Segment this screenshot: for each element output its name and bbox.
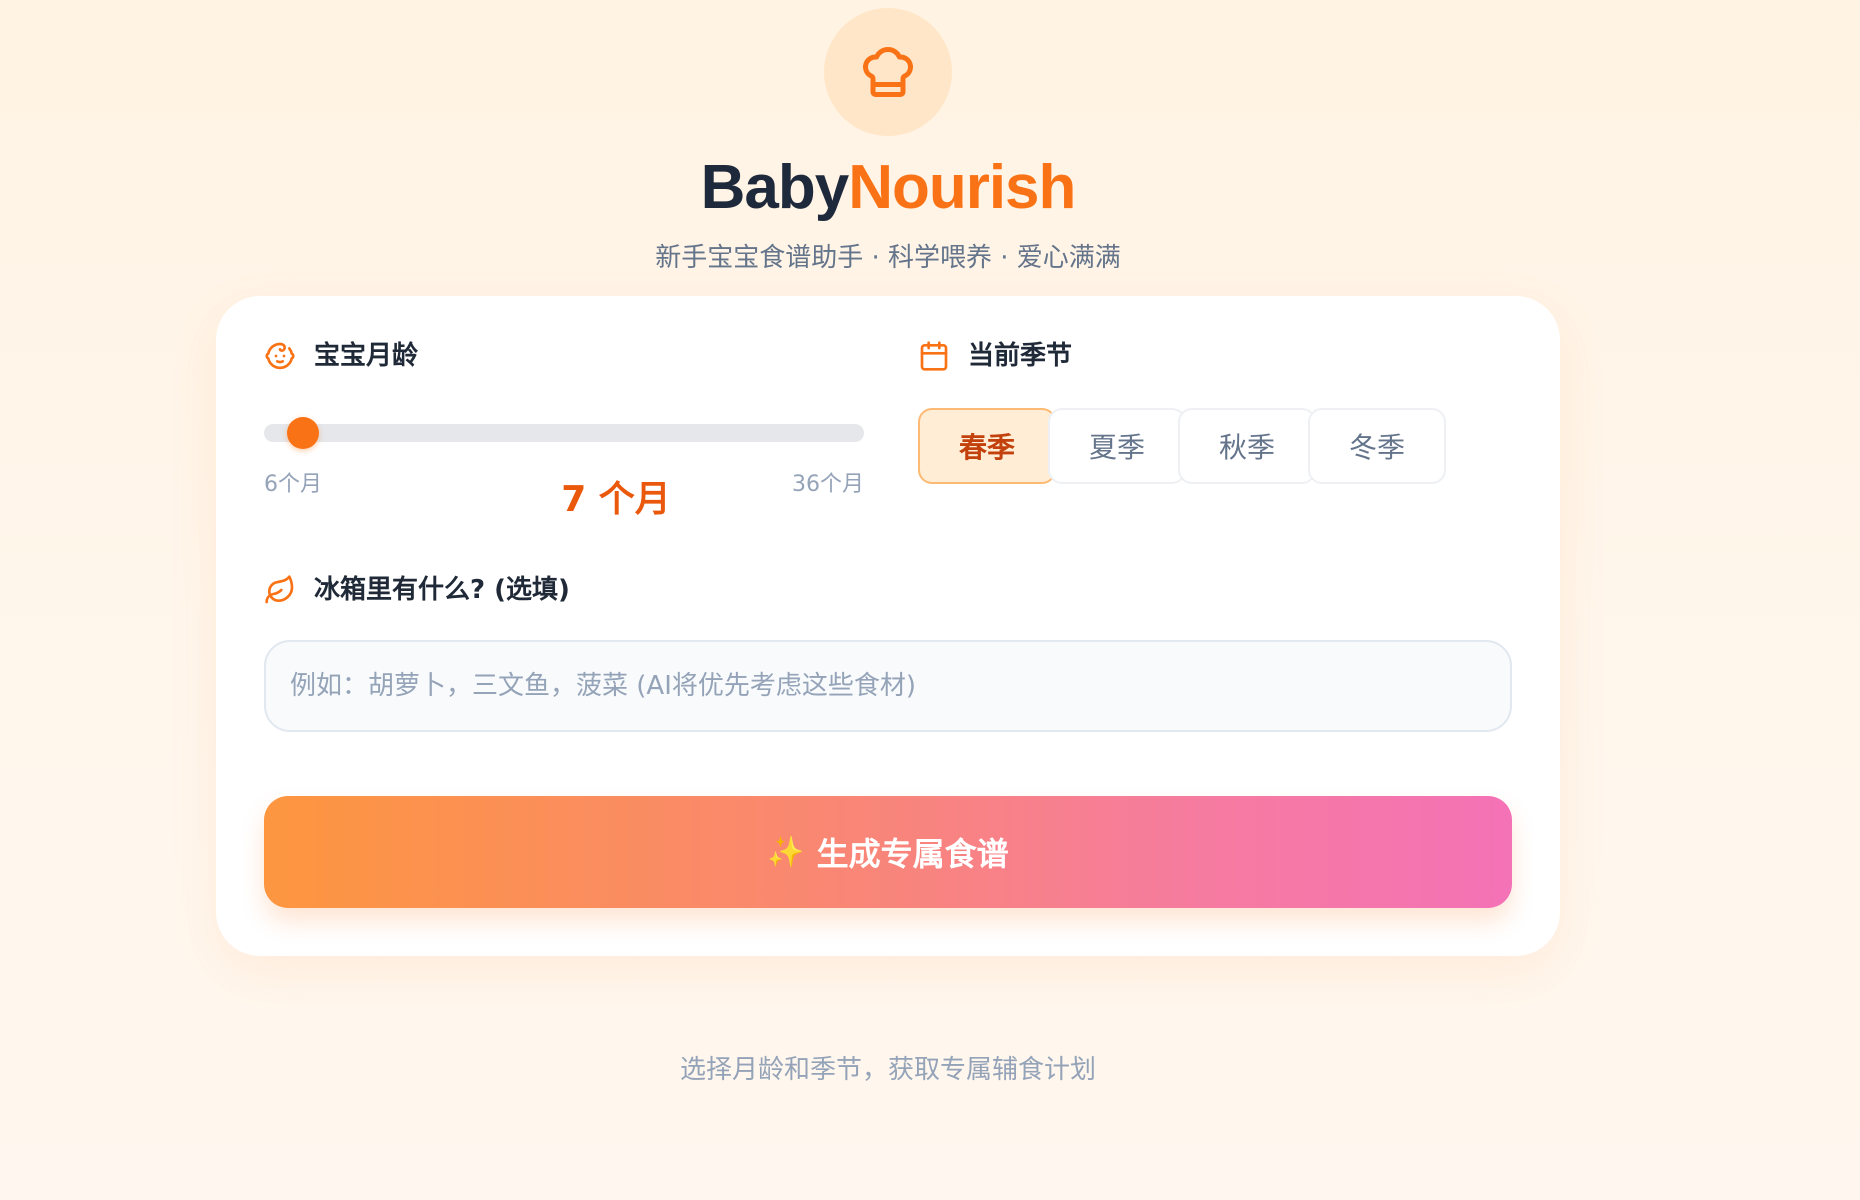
- fridge-label-text: 冰箱里有什么? (选填): [314, 575, 570, 605]
- fridge-ingredients-input[interactable]: [264, 640, 1512, 732]
- season-option-spring[interactable]: 春季: [918, 408, 1056, 484]
- age-max-label: 36个月: [792, 472, 864, 497]
- footer-hint: 选择月龄和季节，获取专属辅食计划: [679, 1055, 1096, 1085]
- app-subtitle: 新手宝宝食谱助手 · 科学喂养 · 爱心满满: [655, 243, 1121, 273]
- recipe-form-card: 宝宝月龄 6个月 7 个月 36个月 当前季节 春季 夏季 秋季 冬季 冰箱里有…: [216, 296, 1560, 956]
- sparkles-icon: ✨: [767, 835, 805, 869]
- season-option-summer[interactable]: 夏季: [1048, 408, 1186, 484]
- season-section-label: 当前季节: [918, 338, 1072, 374]
- age-section-label: 宝宝月龄: [264, 338, 418, 374]
- season-label-text: 当前季节: [968, 341, 1073, 371]
- app-title-part2: Nourish: [848, 153, 1076, 222]
- age-slider[interactable]: [264, 417, 864, 449]
- age-min-label: 6个月: [264, 472, 322, 497]
- app-title-part1: Baby: [700, 153, 850, 222]
- age-label-text: 宝宝月龄: [314, 341, 419, 371]
- generate-recipe-label: 生成专属食谱: [816, 836, 1009, 872]
- age-slider-thumb[interactable]: [286, 417, 319, 449]
- age-value: 7 个月: [561, 479, 671, 520]
- chef-hat-icon: [863, 47, 913, 97]
- leaf-icon: [264, 574, 296, 606]
- season-option-winter[interactable]: 冬季: [1308, 408, 1446, 484]
- generate-recipe-button[interactable]: ✨ 生成专属食谱: [264, 796, 1512, 908]
- app-title: BabyNourish: [0, 148, 1776, 228]
- fridge-section-label: 冰箱里有什么? (选填): [264, 572, 570, 608]
- baby-face-icon: [264, 340, 296, 372]
- logo-badge: [824, 8, 952, 136]
- calendar-icon: [918, 340, 950, 372]
- season-option-autumn[interactable]: 秋季: [1178, 408, 1316, 484]
